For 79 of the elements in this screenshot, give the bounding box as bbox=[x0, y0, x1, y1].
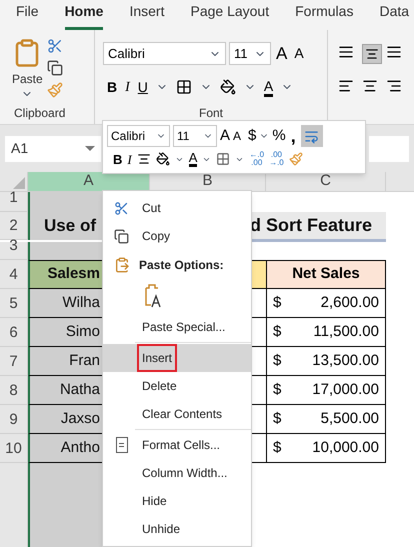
menu-item[interactable]: Insert bbox=[103, 344, 251, 372]
font-name-field[interactable]: Calibri bbox=[107, 125, 170, 148]
format-cells-icon bbox=[116, 437, 128, 453]
table-header-cell: Net Sales bbox=[266, 260, 386, 289]
row-number[interactable]: 7 bbox=[0, 347, 28, 376]
cut-icon[interactable] bbox=[46, 38, 63, 54]
currency-symbol: $ bbox=[273, 380, 282, 400]
align-middle-icon bbox=[365, 47, 379, 61]
currency-button[interactable]: $ bbox=[244, 125, 256, 148]
row-number[interactable]: 6 bbox=[0, 318, 28, 347]
currency-symbol: $ bbox=[273, 322, 282, 342]
align-right-icon[interactable] bbox=[386, 78, 402, 94]
row-number[interactable]: 4 bbox=[0, 260, 28, 289]
clipboard-letter-icon bbox=[143, 283, 163, 309]
copy-icon[interactable] bbox=[46, 60, 63, 76]
increase-decimal-button[interactable]: .00 →.0 bbox=[269, 151, 284, 168]
row-number[interactable]: 3 bbox=[0, 242, 28, 260]
italic-button[interactable]: I bbox=[125, 76, 130, 98]
currency-symbol: $ bbox=[273, 350, 282, 371]
paste-button[interactable]: Paste bbox=[12, 36, 43, 100]
table-cell-text: 10,000.00 bbox=[312, 438, 379, 458]
formula-field[interactable] bbox=[369, 136, 409, 162]
row-number[interactable]: 10 bbox=[0, 434, 28, 463]
dropdown-icon[interactable] bbox=[85, 146, 95, 151]
table-cell-text: 13,500.00 bbox=[312, 350, 379, 371]
row-number[interactable]: 2 bbox=[0, 212, 28, 240]
shrink-font-button[interactable]: A bbox=[233, 127, 242, 146]
align-center-icon[interactable] bbox=[136, 152, 151, 166]
table-cell-text: 2,600.00 bbox=[320, 292, 379, 313]
currency-symbol: $ bbox=[273, 438, 282, 458]
font-size-field[interactable]: 11 bbox=[229, 42, 271, 66]
fill-color-icon[interactable] bbox=[220, 79, 236, 95]
copy-icon bbox=[114, 228, 129, 244]
align-middle-button[interactable] bbox=[362, 44, 382, 64]
ribbon-tab[interactable]: Insert bbox=[129, 1, 164, 30]
row-number[interactable]: 5 bbox=[0, 289, 28, 318]
decrease-decimal-button[interactable]: ←.0 .00 bbox=[249, 151, 264, 168]
grow-font-button[interactable]: A bbox=[274, 41, 290, 66]
borders-icon[interactable] bbox=[176, 79, 192, 95]
group-label: Clipboard bbox=[13, 105, 66, 122]
font-name-field[interactable]: Calibri bbox=[103, 42, 226, 66]
row-number[interactable]: 1 bbox=[0, 192, 28, 212]
menu-item[interactable]: Unhide bbox=[103, 515, 251, 543]
cut-icon bbox=[114, 200, 129, 216]
align-left-icon[interactable] bbox=[338, 78, 354, 94]
group-label: Font bbox=[198, 105, 224, 122]
currency-symbol: $ bbox=[273, 292, 282, 313]
grow-font-button[interactable]: A bbox=[220, 125, 230, 148]
wrap-text-icon bbox=[304, 128, 320, 144]
font-color-button[interactable]: A bbox=[264, 78, 274, 96]
ribbon-tab[interactable]: Data bbox=[379, 1, 410, 30]
comma-button[interactable]: , bbox=[288, 129, 298, 144]
currency-symbol: $ bbox=[273, 408, 282, 429]
align-top-icon[interactable] bbox=[338, 44, 354, 60]
wrap-text-button[interactable] bbox=[300, 125, 323, 148]
column-header[interactable]: A bbox=[28, 172, 150, 191]
paste-icon bbox=[114, 256, 130, 272]
underline-button[interactable]: U bbox=[138, 76, 148, 98]
font-size-field[interactable]: 11 bbox=[173, 125, 217, 148]
ribbon-tab[interactable]: File bbox=[16, 1, 39, 30]
name-box[interactable]: A1 bbox=[5, 136, 101, 162]
font-color-button[interactable]: A bbox=[188, 151, 198, 168]
align-bottom-icon[interactable] bbox=[386, 44, 402, 60]
bold-button[interactable]: B bbox=[113, 150, 122, 169]
table-cell-text: 11,500.00 bbox=[313, 322, 379, 342]
bold-button[interactable]: B bbox=[107, 76, 118, 98]
paste-label: Paste bbox=[12, 71, 43, 88]
ribbon-tab[interactable]: Formulas bbox=[295, 1, 354, 30]
percent-button[interactable]: % bbox=[272, 125, 286, 148]
italic-button[interactable]: I bbox=[127, 150, 132, 169]
menu-item[interactable]: Hide bbox=[103, 487, 251, 515]
table-cell-text: 5,500.00 bbox=[320, 408, 379, 429]
fill-color-icon[interactable] bbox=[156, 152, 170, 166]
ribbon-tab[interactable]: Page Layout bbox=[190, 1, 270, 30]
row-number[interactable]: 9 bbox=[0, 405, 28, 434]
shrink-font-button[interactable]: A bbox=[292, 43, 306, 64]
table-cell-text: 17,000.00 bbox=[312, 380, 379, 400]
row-number[interactable]: 8 bbox=[0, 376, 28, 405]
align-center-icon[interactable] bbox=[362, 78, 378, 94]
